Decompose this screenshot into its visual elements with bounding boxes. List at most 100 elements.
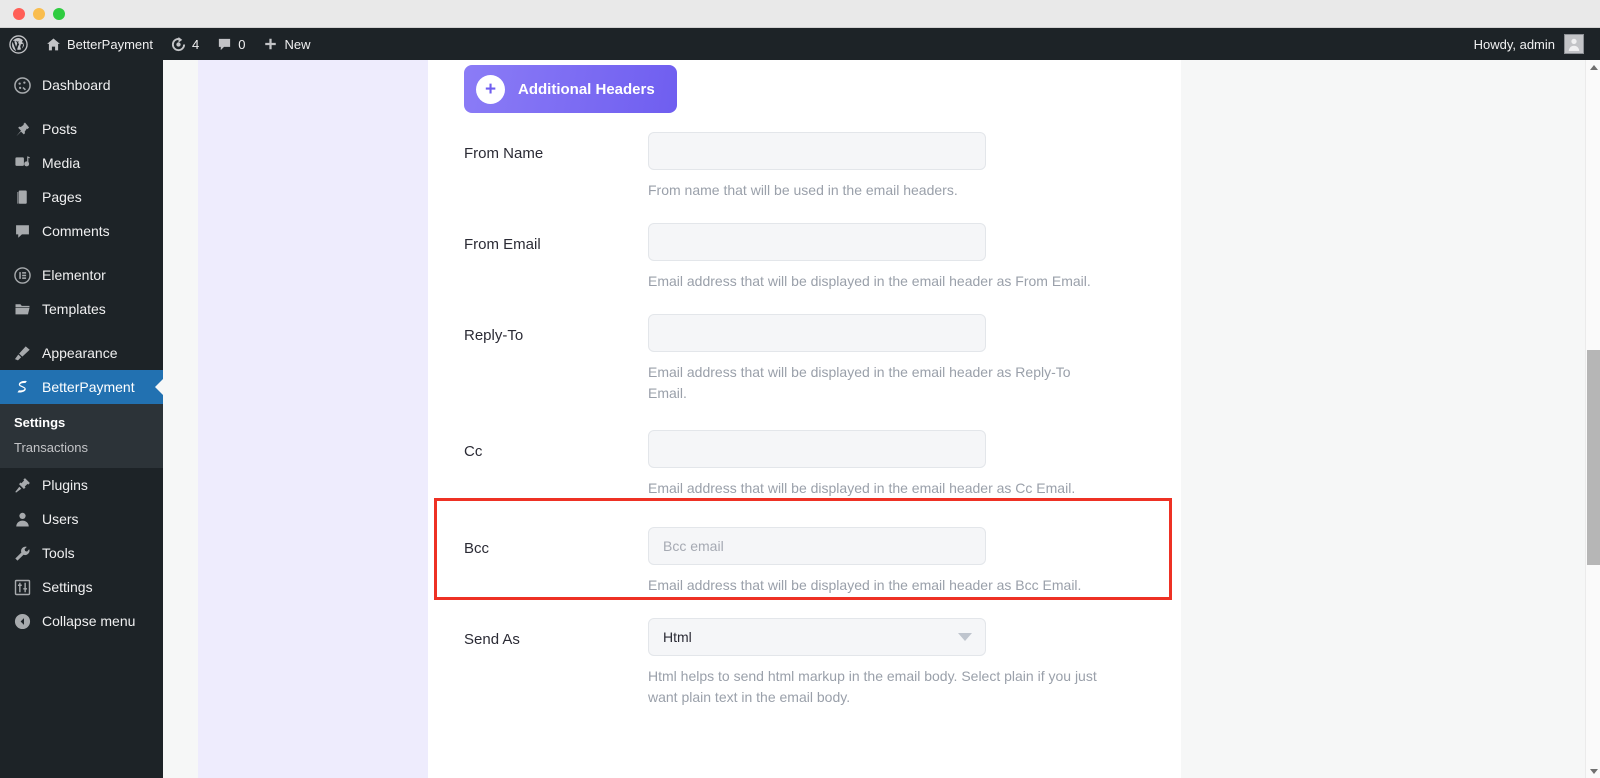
field-row-from-email: From Email Email address that will be di… (428, 223, 1181, 292)
field-label: Cc (464, 443, 483, 460)
zoom-window-button[interactable] (53, 7, 65, 20)
field-row-reply-to: Reply-To Email address that will be disp… (428, 314, 1181, 404)
account-menu[interactable]: Howdy, admin (1474, 28, 1600, 60)
email-settings-form: From Name From name that will be used in… (428, 132, 1181, 708)
sidebar-item-label: Templates (42, 301, 106, 317)
wrench-icon (12, 543, 32, 563)
sidebar-item-label: Media (42, 155, 81, 171)
collapse-icon (12, 611, 32, 631)
sidebar-item-posts[interactable]: Posts (0, 112, 163, 146)
field-row-from-name: From Name From name that will be used in… (428, 132, 1181, 201)
sidebar-item-dashboard[interactable]: Dashboard (0, 68, 163, 102)
wordpress-logo-menu[interactable] (0, 28, 37, 60)
field-helper-text: Email address that will be displayed in … (648, 364, 1071, 401)
field-helper-text: From name that will be used in the email… (648, 182, 958, 198)
betterpayment-icon (12, 377, 32, 397)
sidebar-item-label: Plugins (42, 477, 88, 493)
comment-icon (12, 221, 32, 241)
field-label: From Name (464, 145, 544, 162)
app-stage: Dashboard Posts Media Pages Comments Ele… (0, 60, 1600, 778)
settings-content-card: + Additional Headers From Name From name… (428, 60, 1181, 778)
site-name-menu[interactable]: BetterPayment (37, 28, 162, 60)
sidebar-item-settings[interactable]: Settings (0, 570, 163, 604)
bcc-input[interactable] (648, 527, 986, 565)
plus-icon (263, 37, 278, 52)
sidebar-item-label: BetterPayment (42, 379, 135, 395)
submenu-item-transactions[interactable]: Transactions (0, 435, 163, 460)
new-content-menu[interactable]: New (254, 28, 319, 60)
updates-count: 4 (192, 36, 200, 52)
sidebar-item-comments[interactable]: Comments (0, 214, 163, 248)
scroll-down-arrow-icon[interactable] (1586, 764, 1600, 778)
avatar-icon (1564, 34, 1584, 54)
field-row-send-as: Send As Html Html helps to send html mar… (428, 618, 1181, 708)
sidebar-item-label: Users (42, 511, 79, 527)
sidebar-item-label: Appearance (42, 345, 118, 361)
from-email-input[interactable] (648, 223, 986, 261)
additional-headers-button[interactable]: + Additional Headers (464, 65, 677, 113)
field-helper-text: Email address that will be displayed in … (648, 273, 1091, 289)
sidebar-item-elementor[interactable]: Elementor (0, 258, 163, 292)
from-name-input[interactable] (648, 132, 986, 170)
close-window-button[interactable] (13, 7, 25, 20)
updates-icon (171, 36, 186, 52)
submenu-item-label: Settings (14, 415, 66, 430)
sidebar-item-label: Settings (42, 579, 93, 595)
sidebar-item-label: Dashboard (42, 77, 111, 93)
field-label: Send As (464, 631, 520, 648)
site-name-label: BetterPayment (67, 36, 153, 52)
folder-icon (12, 299, 32, 319)
sidebar-item-tools[interactable]: Tools (0, 536, 163, 570)
field-row-bcc: Bcc Email address that will be displayed… (428, 527, 1181, 596)
sidebar-item-pages[interactable]: Pages (0, 180, 163, 214)
wp-admin-sidebar: Dashboard Posts Media Pages Comments Ele… (0, 60, 163, 778)
wp-admin-bar: BetterPayment 4 0 New Howdy, admin (0, 28, 1600, 60)
minimize-window-button[interactable] (33, 7, 45, 20)
sidebar-item-plugins[interactable]: Plugins (0, 468, 163, 502)
send-as-select[interactable]: Html (648, 618, 986, 656)
sidebar-item-appearance[interactable]: Appearance (0, 336, 163, 370)
wordpress-logo-icon (9, 34, 28, 54)
plugin-left-rail (198, 60, 428, 778)
scrollbar-thumb[interactable] (1587, 350, 1600, 565)
field-row-cc: Cc Email address that will be displayed … (428, 430, 1181, 499)
sidebar-item-betterpayment[interactable]: BetterPayment (0, 370, 163, 404)
cc-input[interactable] (648, 430, 986, 468)
additional-headers-label: Additional Headers (518, 80, 655, 98)
window-titlebar (0, 0, 1600, 28)
field-helper-text: Html helps to send html markup in the em… (648, 668, 1097, 705)
page-canvas: + Additional Headers From Name From name… (163, 60, 1600, 778)
plug-icon (12, 475, 32, 495)
send-as-selected-value: Html (663, 629, 692, 645)
home-icon (46, 37, 61, 52)
window-traffic-lights (13, 7, 65, 20)
sidebar-item-label: Elementor (42, 267, 106, 283)
elementor-icon (12, 265, 32, 285)
comments-count: 0 (238, 36, 246, 52)
sidebar-item-label: Collapse menu (42, 613, 136, 629)
comments-menu[interactable]: 0 (208, 28, 254, 60)
sidebar-item-templates[interactable]: Templates (0, 292, 163, 326)
row-spacer (428, 404, 1181, 430)
field-helper-text: Email address that will be displayed in … (648, 480, 1076, 496)
new-content-label: New (284, 36, 311, 52)
field-label: From Email (464, 236, 541, 253)
pages-icon (12, 187, 32, 207)
page-scrollbar[interactable] (1585, 60, 1600, 778)
sidebar-item-label: Comments (42, 223, 110, 239)
updates-menu[interactable]: 4 (162, 28, 208, 60)
sidebar-item-collapse-menu[interactable]: Collapse menu (0, 604, 163, 638)
sidebar-item-label: Posts (42, 121, 78, 137)
sidebar-divider (0, 102, 163, 112)
sidebar-item-media[interactable]: Media (0, 146, 163, 180)
sidebar-item-label: Pages (42, 189, 82, 205)
brush-icon (12, 343, 32, 363)
media-icon (12, 153, 32, 173)
greeting-label: Howdy, admin (1473, 36, 1555, 52)
send-as-select-wrapper: Html (648, 618, 986, 656)
sidebar-item-users[interactable]: Users (0, 502, 163, 536)
scroll-up-arrow-icon[interactable] (1586, 60, 1600, 74)
reply-to-input[interactable] (648, 314, 986, 352)
submenu-item-label: Transactions (14, 440, 88, 455)
submenu-item-settings[interactable]: Settings (0, 410, 163, 435)
